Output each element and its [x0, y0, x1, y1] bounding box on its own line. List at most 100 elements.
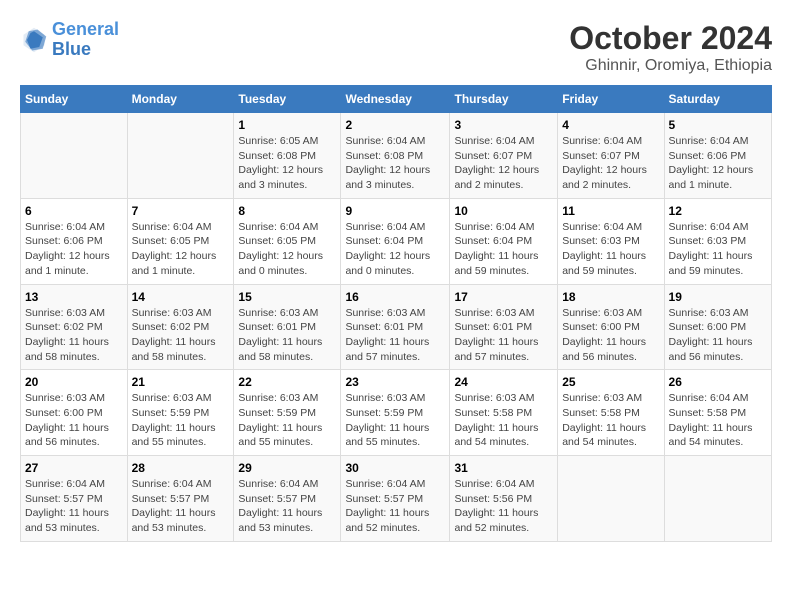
logo-text: General Blue	[52, 20, 119, 60]
day-number: 10	[454, 204, 553, 218]
calendar-cell: 2Sunrise: 6:04 AM Sunset: 6:08 PM Daylig…	[341, 113, 450, 199]
day-info: Sunrise: 6:04 AM Sunset: 6:06 PM Dayligh…	[25, 220, 123, 279]
calendar-cell: 26 Sunrise: 6:04 AM Sunset: 5:58 PM Dayli…	[664, 370, 771, 456]
day-info: Sunrise: 6:03 AM Sunset: 6:02 PM Dayligh…	[25, 306, 123, 365]
location-subtitle: Ghinnir, Oromiya, Ethiopia	[569, 57, 772, 75]
day-number: 3	[454, 118, 553, 132]
day-info: Sunrise: 6:03 AM Sunset: 6:00 PM Dayligh…	[562, 306, 659, 365]
day-info: Sunrise: 6:04 AM Sunset: 5:57 PM Dayligh…	[238, 477, 336, 536]
day-number: 23	[345, 375, 445, 389]
logo-icon	[20, 26, 48, 54]
day-number: 22	[238, 375, 336, 389]
calendar-cell: 17 Sunrise: 6:03 AM Sunset: 6:01 PM Dayli…	[450, 284, 558, 370]
calendar-week-row: 13 Sunrise: 6:03 AM Sunset: 6:02 PM Dayli…	[21, 284, 772, 370]
day-info: Sunrise: 6:04 AM Sunset: 6:07 PM Dayligh…	[562, 134, 659, 193]
day-number: 16	[345, 290, 445, 304]
weekday-header: Monday	[127, 86, 234, 113]
day-info: Sunrise: 6:05 AM Sunset: 6:08 PM Dayligh…	[238, 134, 336, 193]
day-info: Sunrise: 6:03 AM Sunset: 6:01 PM Dayligh…	[454, 306, 553, 365]
calendar-cell: 23Sunrise: 6:03 AM Sunset: 5:59 PM Dayli…	[341, 370, 450, 456]
calendar-cell: 1 Sunrise: 6:05 AM Sunset: 6:08 PM Daylig…	[234, 113, 341, 199]
day-number: 17	[454, 290, 553, 304]
day-number: 7	[132, 204, 230, 218]
calendar-cell: 3Sunrise: 6:04 AM Sunset: 6:07 PM Daylig…	[450, 113, 558, 199]
day-info: Sunrise: 6:03 AM Sunset: 6:00 PM Dayligh…	[25, 391, 123, 450]
calendar-header-row: SundayMondayTuesdayWednesdayThursdayFrid…	[21, 86, 772, 113]
day-number: 25	[562, 375, 659, 389]
day-number: 14	[132, 290, 230, 304]
day-number: 9	[345, 204, 445, 218]
calendar-cell: 4Sunrise: 6:04 AM Sunset: 6:07 PM Daylig…	[558, 113, 664, 199]
calendar-cell: 18 Sunrise: 6:03 AM Sunset: 6:00 PM Dayli…	[558, 284, 664, 370]
calendar-cell: 19Sunrise: 6:03 AM Sunset: 6:00 PM Dayli…	[664, 284, 771, 370]
day-info: Sunrise: 6:03 AM Sunset: 6:01 PM Dayligh…	[238, 306, 336, 365]
day-info: Sunrise: 6:04 AM Sunset: 5:57 PM Dayligh…	[132, 477, 230, 536]
calendar-cell: 15 Sunrise: 6:03 AM Sunset: 6:01 PM Dayli…	[234, 284, 341, 370]
day-number: 13	[25, 290, 123, 304]
calendar-week-row: 6Sunrise: 6:04 AM Sunset: 6:06 PM Daylig…	[21, 198, 772, 284]
calendar-cell: 28 Sunrise: 6:04 AM Sunset: 5:57 PM Dayli…	[127, 456, 234, 542]
calendar-cell: 25Sunrise: 6:03 AM Sunset: 5:58 PM Dayli…	[558, 370, 664, 456]
weekday-header: Friday	[558, 86, 664, 113]
day-info: Sunrise: 6:03 AM Sunset: 6:00 PM Dayligh…	[669, 306, 767, 365]
weekday-header: Thursday	[450, 86, 558, 113]
day-number: 29	[238, 461, 336, 475]
day-info: Sunrise: 6:03 AM Sunset: 6:02 PM Dayligh…	[132, 306, 230, 365]
calendar-cell: 13 Sunrise: 6:03 AM Sunset: 6:02 PM Dayli…	[21, 284, 128, 370]
day-number: 28	[132, 461, 230, 475]
day-info: Sunrise: 6:04 AM Sunset: 6:05 PM Dayligh…	[238, 220, 336, 279]
calendar-cell: 22 Sunrise: 6:03 AM Sunset: 5:59 PM Dayli…	[234, 370, 341, 456]
day-number: 18	[562, 290, 659, 304]
weekday-header: Wednesday	[341, 86, 450, 113]
calendar-cell	[558, 456, 664, 542]
calendar-cell: 6Sunrise: 6:04 AM Sunset: 6:06 PM Daylig…	[21, 198, 128, 284]
day-info: Sunrise: 6:04 AM Sunset: 6:04 PM Dayligh…	[454, 220, 553, 279]
calendar-cell: 30 Sunrise: 6:04 AM Sunset: 5:57 PM Dayli…	[341, 456, 450, 542]
day-number: 20	[25, 375, 123, 389]
logo: General Blue	[20, 20, 119, 60]
month-title: October 2024	[569, 20, 772, 57]
calendar-cell: 24 Sunrise: 6:03 AM Sunset: 5:58 PM Dayli…	[450, 370, 558, 456]
calendar-table: SundayMondayTuesdayWednesdayThursdayFrid…	[20, 85, 772, 542]
day-info: Sunrise: 6:04 AM Sunset: 5:58 PM Dayligh…	[669, 391, 767, 450]
day-info: Sunrise: 6:04 AM Sunset: 6:08 PM Dayligh…	[345, 134, 445, 193]
calendar-cell: 12Sunrise: 6:04 AM Sunset: 6:03 PM Dayli…	[664, 198, 771, 284]
calendar-cell: 11Sunrise: 6:04 AM Sunset: 6:03 PM Dayli…	[558, 198, 664, 284]
calendar-cell: 9 Sunrise: 6:04 AM Sunset: 6:04 PM Daylig…	[341, 198, 450, 284]
calendar-cell: 8 Sunrise: 6:04 AM Sunset: 6:05 PM Daylig…	[234, 198, 341, 284]
day-info: Sunrise: 6:03 AM Sunset: 6:01 PM Dayligh…	[345, 306, 445, 365]
day-number: 26	[669, 375, 767, 389]
calendar-cell: 10 Sunrise: 6:04 AM Sunset: 6:04 PM Dayli…	[450, 198, 558, 284]
calendar-cell: 5Sunrise: 6:04 AM Sunset: 6:06 PM Daylig…	[664, 113, 771, 199]
calendar-cell: 21 Sunrise: 6:03 AM Sunset: 5:59 PM Dayli…	[127, 370, 234, 456]
calendar-week-row: 1 Sunrise: 6:05 AM Sunset: 6:08 PM Daylig…	[21, 113, 772, 199]
day-info: Sunrise: 6:04 AM Sunset: 5:57 PM Dayligh…	[25, 477, 123, 536]
day-info: Sunrise: 6:04 AM Sunset: 6:05 PM Dayligh…	[132, 220, 230, 279]
calendar-cell	[21, 113, 128, 199]
day-number: 8	[238, 204, 336, 218]
calendar-cell: 20 Sunrise: 6:03 AM Sunset: 6:00 PM Dayli…	[21, 370, 128, 456]
day-number: 31	[454, 461, 553, 475]
calendar-cell: 14 Sunrise: 6:03 AM Sunset: 6:02 PM Dayli…	[127, 284, 234, 370]
calendar-cell: 31Sunrise: 6:04 AM Sunset: 5:56 PM Dayli…	[450, 456, 558, 542]
day-number: 21	[132, 375, 230, 389]
day-number: 30	[345, 461, 445, 475]
calendar-cell: 16 Sunrise: 6:03 AM Sunset: 6:01 PM Dayli…	[341, 284, 450, 370]
day-info: Sunrise: 6:04 AM Sunset: 6:04 PM Dayligh…	[345, 220, 445, 279]
day-info: Sunrise: 6:04 AM Sunset: 6:06 PM Dayligh…	[669, 134, 767, 193]
day-info: Sunrise: 6:03 AM Sunset: 5:59 PM Dayligh…	[238, 391, 336, 450]
weekday-header: Sunday	[21, 86, 128, 113]
calendar-cell: 27 Sunrise: 6:04 AM Sunset: 5:57 PM Dayli…	[21, 456, 128, 542]
day-info: Sunrise: 6:03 AM Sunset: 5:59 PM Dayligh…	[132, 391, 230, 450]
day-number: 24	[454, 375, 553, 389]
day-info: Sunrise: 6:03 AM Sunset: 5:58 PM Dayligh…	[454, 391, 553, 450]
calendar-cell: 29 Sunrise: 6:04 AM Sunset: 5:57 PM Dayli…	[234, 456, 341, 542]
calendar-week-row: 27 Sunrise: 6:04 AM Sunset: 5:57 PM Dayli…	[21, 456, 772, 542]
day-info: Sunrise: 6:04 AM Sunset: 5:57 PM Dayligh…	[345, 477, 445, 536]
day-number: 15	[238, 290, 336, 304]
weekday-header: Tuesday	[234, 86, 341, 113]
day-number: 27	[25, 461, 123, 475]
day-number: 11	[562, 204, 659, 218]
day-number: 1	[238, 118, 336, 132]
calendar-cell	[664, 456, 771, 542]
